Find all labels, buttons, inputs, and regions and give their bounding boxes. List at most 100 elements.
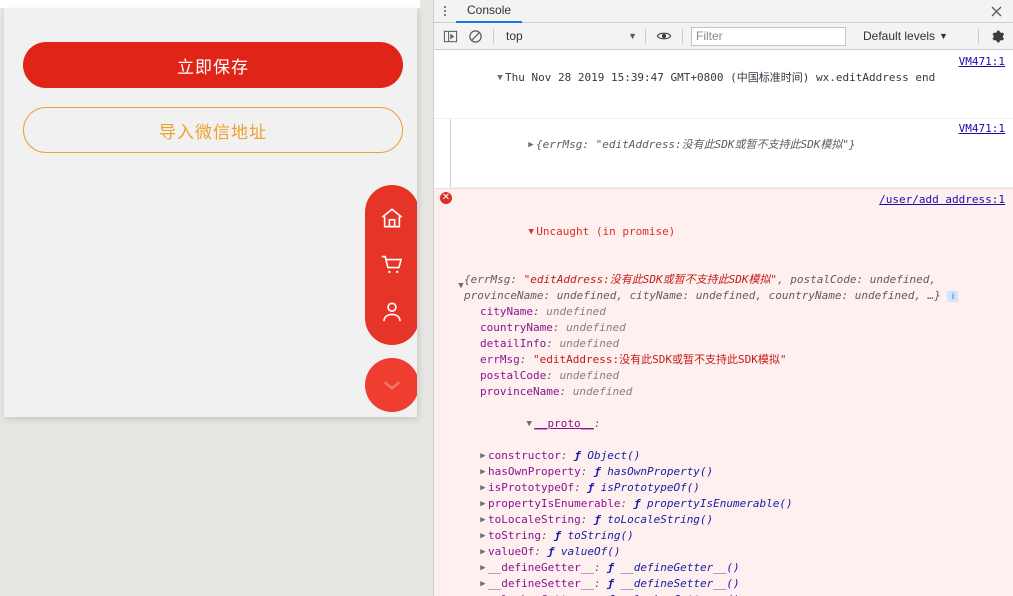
user-icon[interactable]: [379, 299, 405, 325]
expand-arrow[interactable]: ▼: [524, 416, 534, 432]
chevron-down-icon: ▼: [628, 31, 637, 41]
property-colon: :: [519, 353, 533, 366]
chevron-down-icon: ▼: [939, 31, 948, 41]
scroll-to-top-button[interactable]: [365, 358, 417, 412]
property-value: undefined: [559, 369, 620, 382]
property-colon: :: [559, 385, 573, 398]
expand-arrow[interactable]: ▼: [526, 224, 536, 240]
proto-property[interactable]: ▶ __defineSetter__: ƒ __defineSetter__(): [434, 576, 1013, 592]
home-icon[interactable]: [379, 205, 405, 231]
info-badge[interactable]: i: [947, 290, 959, 302]
property-key: cityName: [480, 305, 533, 318]
property-value: valueOf(): [560, 545, 621, 558]
import-wechat-address-button[interactable]: 导入微信地址: [23, 107, 403, 153]
expand-arrow[interactable]: ▶: [478, 544, 488, 560]
expand-arrow[interactable]: ▶: [478, 528, 488, 544]
property-value: isPrototypeOf(): [600, 481, 700, 494]
proto-property[interactable]: ▶ propertyIsEnumerable: ƒ propertyIsEnume…: [434, 496, 1013, 512]
object-property[interactable]: provinceName: undefined: [434, 384, 1013, 400]
console-message-child[interactable]: ▶ {errMsg: "editAddress:没有此SDK或暂不支持此SDK模拟…: [450, 119, 1013, 188]
close-icon[interactable]: [988, 3, 1005, 20]
function-marker: ƒ: [607, 561, 621, 574]
device-emulation-pane: 立即保存 导入微信地址: [0, 0, 433, 596]
error-properties: cityName: undefined countryName: undefine…: [434, 304, 1013, 400]
console-log[interactable]: ▼ Thu Nov 28 2019 15:39:47 GMT+0800 (中国标准…: [434, 51, 1013, 596]
function-marker: ƒ: [593, 513, 608, 526]
proto-children: ▶ constructor: ƒ Object() ▶ hasOwnProperty:…: [434, 448, 1013, 596]
screenshot-root: 立即保存 导入微信地址 Console top ▼ Filter Default…: [0, 0, 1013, 596]
function-marker: ƒ: [593, 465, 608, 478]
property-key: toLocaleString: [488, 513, 581, 526]
proto-row[interactable]: ▼ __proto__:: [434, 400, 1013, 448]
live-expression-eye-icon[interactable]: [654, 26, 674, 46]
expand-arrow[interactable]: ▶: [478, 560, 488, 576]
console-message-group[interactable]: ▼ Thu Nov 28 2019 15:39:47 GMT+0800 (中国标准…: [434, 51, 1013, 119]
console-sidebar-toggle-icon[interactable]: [440, 26, 460, 46]
execution-context-select[interactable]: top ▼: [502, 27, 637, 46]
property-value: undefined: [566, 321, 626, 334]
expand-arrow[interactable]: ▶: [478, 464, 488, 480]
property-value: Object(): [587, 449, 641, 462]
expand-arrow[interactable]: ▶: [478, 576, 488, 592]
error-object-preview[interactable]: ▼ {errMsg: "editAddress:没有此SDK或暂不支持此SDK模拟…: [434, 272, 1013, 304]
expand-arrow[interactable]: ▶: [478, 448, 488, 464]
property-value: propertyIsEnumerable(): [646, 497, 793, 510]
expand-arrow[interactable]: ▼: [495, 70, 505, 86]
property-colon: :: [540, 529, 555, 542]
property-value: toLocaleString(): [607, 513, 714, 526]
proto-property[interactable]: ▶ hasOwnProperty: ƒ hasOwnProperty(): [434, 464, 1013, 480]
save-button[interactable]: 立即保存: [23, 42, 403, 88]
log-levels-select[interactable]: Default levels ▼: [863, 29, 948, 43]
proto-property[interactable]: ▶ valueOf: ƒ valueOf(): [434, 544, 1013, 560]
object-property[interactable]: detailInfo: undefined: [434, 336, 1013, 352]
proto-property[interactable]: ▶ toString: ƒ toString(): [434, 528, 1013, 544]
tab-console-label: Console: [467, 3, 512, 17]
property-key: countryName: [480, 321, 553, 334]
property-colon: :: [580, 465, 594, 478]
property-key: propertyIsEnumerable: [488, 497, 621, 510]
property-key: postalCode: [480, 369, 547, 382]
floating-action-bar[interactable]: [365, 185, 417, 345]
filter-input[interactable]: [691, 26, 846, 46]
preview-prefix: {errMsg:: [464, 273, 524, 286]
object-property[interactable]: postalCode: undefined: [434, 368, 1013, 384]
expand-arrow[interactable]: ▶: [478, 480, 488, 496]
console-object-preview: {errMsg: "editAddress:没有此SDK或暂不支持此SDK模拟"…: [535, 138, 856, 151]
property-value: "editAddress:没有此SDK或暂不支持此SDK模拟": [533, 353, 787, 366]
property-key: __defineSetter__: [488, 577, 594, 590]
property-key: valueOf: [488, 545, 535, 558]
expand-arrow[interactable]: ▼: [456, 278, 466, 294]
proto-property[interactable]: ▶ isPrototypeOf: ƒ isPrototypeOf(): [434, 480, 1013, 496]
function-marker: ƒ: [547, 545, 561, 558]
proto-property[interactable]: ▶__lookupGetter__: ƒ __lookupGetter__(): [434, 592, 1013, 596]
expand-arrow[interactable]: ▶: [478, 496, 488, 512]
clear-console-icon[interactable]: [465, 26, 485, 46]
property-colon: :: [552, 321, 567, 334]
console-error-block[interactable]: ✕ ▼ Uncaught (in promise) /user/add addre…: [434, 188, 1013, 596]
object-property[interactable]: countryName: undefined: [434, 320, 1013, 336]
property-value: undefined: [546, 305, 606, 318]
function-marker: ƒ: [574, 449, 588, 462]
property-colon: :: [593, 561, 608, 574]
property-colon: :: [593, 577, 608, 590]
source-link[interactable]: VM471:1: [959, 54, 1005, 70]
proto-property[interactable]: ▶ constructor: ƒ Object(): [434, 448, 1013, 464]
expand-arrow[interactable]: ▶: [526, 137, 536, 153]
import-wechat-address-label: 导入微信地址: [159, 122, 267, 142]
gear-icon[interactable]: [987, 26, 1007, 46]
tab-console[interactable]: Console: [456, 0, 523, 23]
object-property[interactable]: errMsg: "editAddress:没有此SDK或暂不支持此SDK模拟": [434, 352, 1013, 368]
source-link[interactable]: VM471:1: [959, 121, 1005, 137]
more-options-icon[interactable]: [434, 0, 456, 23]
devtools-panel: Console top ▼ Filter Default levels ▼ ▼ …: [433, 0, 1013, 596]
chevron-down-icon: [384, 381, 400, 390]
object-property[interactable]: cityName: undefined: [434, 304, 1013, 320]
proto-property[interactable]: ▶ toLocaleString: ƒ toLocaleString(): [434, 512, 1013, 528]
error-header[interactable]: ✕ ▼ Uncaught (in promise) /user/add addre…: [434, 189, 1013, 272]
expand-arrow[interactable]: ▶: [478, 592, 488, 596]
proto-property[interactable]: ▶ __defineGetter__: ƒ __defineGetter__(): [434, 560, 1013, 576]
expand-arrow[interactable]: ▶: [478, 512, 488, 528]
function-marker: ƒ: [607, 577, 621, 590]
source-link[interactable]: /user/add address:1: [879, 192, 1005, 208]
cart-icon[interactable]: [379, 252, 405, 278]
